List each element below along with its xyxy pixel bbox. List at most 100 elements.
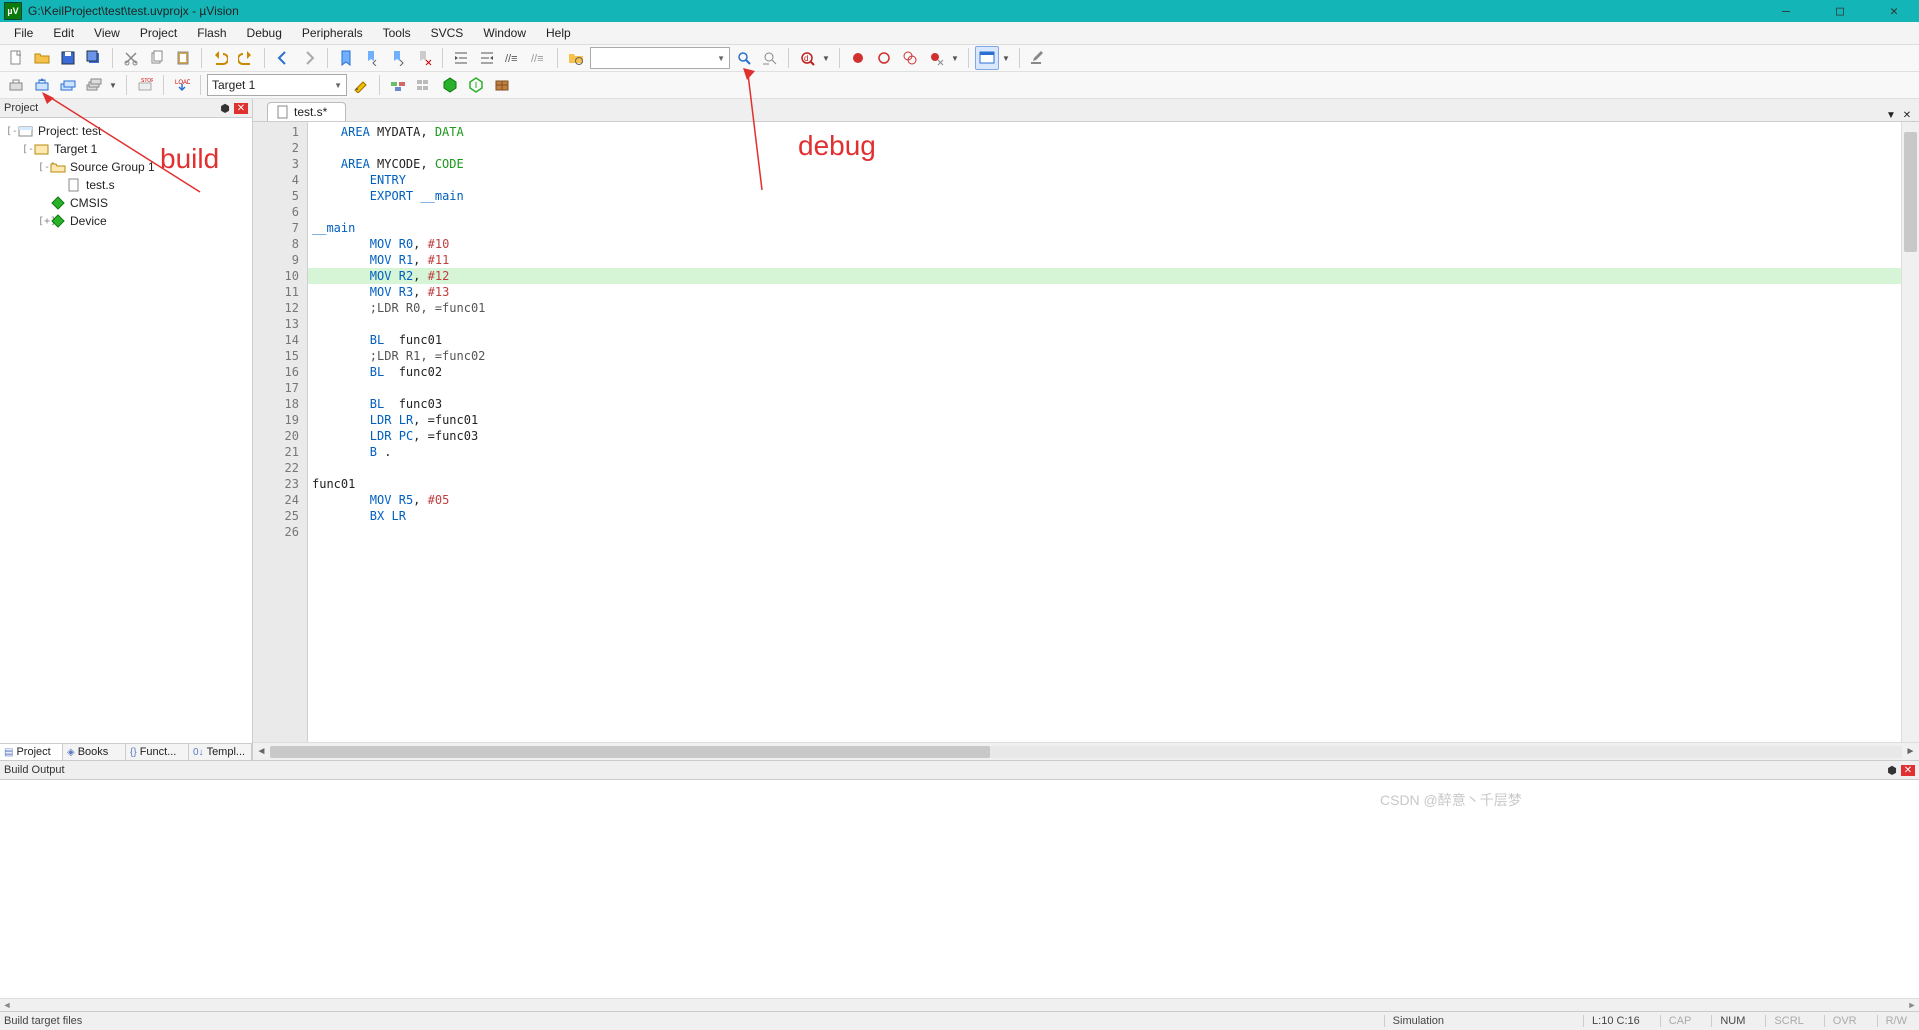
open-file-button[interactable] xyxy=(30,46,54,70)
close-pane-button[interactable]: ✕ xyxy=(234,103,248,114)
build-dropdown[interactable]: ▼ xyxy=(108,73,120,97)
pack-installer-button[interactable] xyxy=(490,73,514,97)
code-line[interactable] xyxy=(308,524,1901,540)
tree-expand-icon[interactable]: [-] xyxy=(38,162,50,173)
tree-expand-icon[interactable]: [-] xyxy=(6,126,18,137)
target-select[interactable]: Target 1▼ xyxy=(207,74,347,96)
comment-button[interactable]: //≡ xyxy=(501,46,525,70)
close-button[interactable]: ✕ xyxy=(1881,4,1907,19)
pane-tab-books[interactable]: ◈Books xyxy=(63,744,126,760)
undo-button[interactable] xyxy=(208,46,232,70)
scroll-right-icon[interactable]: ► xyxy=(1902,746,1919,757)
code-line[interactable] xyxy=(308,460,1901,476)
menu-project[interactable]: Project xyxy=(130,24,187,42)
project-tree[interactable]: [-]Project: test[-]Target 1[-]Source Gro… xyxy=(0,118,252,743)
save-button[interactable] xyxy=(56,46,80,70)
disable-breakpoint-button[interactable] xyxy=(872,46,896,70)
bookmark-toggle-button[interactable] xyxy=(334,46,358,70)
build-output-body[interactable] xyxy=(0,780,1919,998)
code-line[interactable]: MOV R5, #05 xyxy=(308,492,1901,508)
code-line[interactable]: B . xyxy=(308,444,1901,460)
tree-node[interactable]: [+]Device xyxy=(2,212,250,230)
code-line[interactable]: BL func03 xyxy=(308,396,1901,412)
menu-view[interactable]: View xyxy=(84,24,130,42)
outdent-button[interactable] xyxy=(475,46,499,70)
menu-svcs[interactable]: SVCS xyxy=(421,24,474,42)
menu-debug[interactable]: Debug xyxy=(237,24,292,42)
select-packs-button[interactable] xyxy=(464,73,488,97)
disable-all-breakpoints-button[interactable] xyxy=(898,46,922,70)
pane-tab-funcs[interactable]: {}Funct... xyxy=(126,744,189,760)
code-line[interactable]: BL func02 xyxy=(308,364,1901,380)
code-line[interactable]: MOV R2, #12 xyxy=(308,268,1901,284)
redo-button[interactable] xyxy=(234,46,258,70)
code-line[interactable] xyxy=(308,204,1901,220)
tree-node[interactable]: CMSIS xyxy=(2,194,250,212)
nav-back-button[interactable] xyxy=(271,46,295,70)
menu-edit[interactable]: Edit xyxy=(43,24,84,42)
rebuild-button[interactable] xyxy=(56,73,80,97)
bookmark-clear-button[interactable] xyxy=(412,46,436,70)
window-layout-button[interactable] xyxy=(975,46,999,70)
code-body[interactable]: AREA MYDATA, DATA AREA MYCODE, CODE ENTR… xyxy=(308,122,1901,742)
tree-node[interactable]: [-]Source Group 1 xyxy=(2,158,250,176)
code-line[interactable]: __main xyxy=(308,220,1901,236)
code-line[interactable]: ;LDR R1, =func02 xyxy=(308,348,1901,364)
scroll-left-icon[interactable]: ◄ xyxy=(253,746,270,757)
breakpoints-dropdown[interactable]: ▼ xyxy=(950,46,962,70)
menu-window[interactable]: Window xyxy=(473,24,536,42)
menu-peripherals[interactable]: Peripherals xyxy=(292,24,373,42)
code-line[interactable]: MOV R3, #13 xyxy=(308,284,1901,300)
manage-rte-button[interactable] xyxy=(438,73,462,97)
window-layout-dropdown[interactable]: ▼ xyxy=(1001,46,1013,70)
code-editor[interactable]: 1234567891011121314151617181920212223242… xyxy=(253,122,1919,742)
maximize-button[interactable]: □ xyxy=(1827,4,1853,19)
scrollbar-thumb[interactable] xyxy=(270,746,990,758)
build-output-scrollbar[interactable]: ◄ ► xyxy=(0,998,1919,1011)
build-button[interactable] xyxy=(30,73,54,97)
tab-close-button[interactable]: ✕ xyxy=(1899,110,1915,121)
code-line[interactable]: AREA MYCODE, CODE xyxy=(308,156,1901,172)
tree-expand-icon[interactable]: [+] xyxy=(38,216,50,227)
debug-dropdown[interactable]: ▼ xyxy=(821,46,833,70)
new-file-button[interactable] xyxy=(4,46,28,70)
code-line[interactable]: BL func01 xyxy=(308,332,1901,348)
insert-breakpoint-button[interactable] xyxy=(846,46,870,70)
tab-dropdown-button[interactable]: ▼ xyxy=(1883,110,1899,121)
download-button[interactable]: LOAD xyxy=(170,73,194,97)
target-options-button[interactable] xyxy=(349,73,373,97)
manage-multi-project-button[interactable] xyxy=(412,73,436,97)
menu-tools[interactable]: Tools xyxy=(373,24,421,42)
batch-build-button[interactable] xyxy=(82,73,106,97)
code-line[interactable]: LDR LR, =func01 xyxy=(308,412,1901,428)
code-line[interactable]: func01 xyxy=(308,476,1901,492)
code-line[interactable] xyxy=(308,316,1901,332)
find-in-files-button[interactable] xyxy=(564,46,588,70)
debug-button[interactable]: d xyxy=(795,46,819,70)
kill-breakpoints-button[interactable] xyxy=(924,46,948,70)
uncomment-button[interactable]: //≡ xyxy=(527,46,551,70)
manage-project-button[interactable] xyxy=(386,73,410,97)
incremental-find-button[interactable] xyxy=(758,46,782,70)
stop-build-button[interactable]: STOP xyxy=(133,73,157,97)
bookmark-next-button[interactable] xyxy=(386,46,410,70)
code-line[interactable]: ENTRY xyxy=(308,172,1901,188)
tree-node[interactable]: [-]Target 1 xyxy=(2,140,250,158)
horizontal-scrollbar[interactable]: ◄ ► xyxy=(253,742,1919,760)
code-line[interactable]: AREA MYDATA, DATA xyxy=(308,124,1901,140)
find-next-button[interactable] xyxy=(732,46,756,70)
nav-forward-button[interactable] xyxy=(297,46,321,70)
configure-button[interactable] xyxy=(1026,46,1050,70)
close-pane-button[interactable]: ✕ xyxy=(1901,765,1915,776)
save-all-button[interactable] xyxy=(82,46,106,70)
scrollbar-thumb[interactable] xyxy=(1904,132,1917,252)
pin-icon[interactable]: ⬢ xyxy=(218,102,232,115)
indent-button[interactable] xyxy=(449,46,473,70)
menu-file[interactable]: File xyxy=(4,24,43,42)
code-line[interactable]: MOV R1, #11 xyxy=(308,252,1901,268)
translate-button[interactable] xyxy=(4,73,28,97)
bookmark-prev-button[interactable] xyxy=(360,46,384,70)
vertical-scrollbar[interactable] xyxy=(1901,122,1919,742)
pane-tab-templ[interactable]: 0↓Templ... xyxy=(189,744,252,760)
minimize-button[interactable]: — xyxy=(1773,4,1799,19)
